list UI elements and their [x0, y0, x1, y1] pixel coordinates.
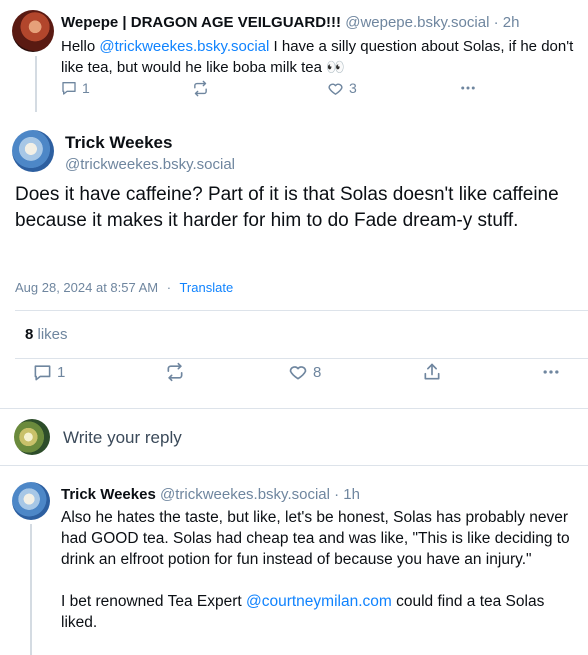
repost-icon [194, 80, 207, 96]
user-avatar [14, 419, 50, 455]
likes-count: 8 [25, 326, 34, 343]
post-paragraph: Also he hates the taste, but like, let's… [61, 509, 570, 568]
focused-post: Trick Weekes @trickweekes.bsky.social Do… [0, 112, 588, 408]
reply-button[interactable]: 1 [61, 80, 90, 96]
reply-count: 1 [82, 80, 90, 96]
post-paragraph: I bet renowned Tea Expert @courtneymilan… [61, 593, 545, 631]
author-handle[interactable]: @wepepe.bsky.social [345, 14, 489, 31]
more-options-button[interactable] [459, 79, 477, 97]
reply-post[interactable]: Trick Weekes @trickweekes.bsky.social · … [0, 466, 588, 655]
more-icon [543, 370, 559, 374]
reply-placeholder[interactable]: Write your reply [63, 428, 182, 448]
reply-count: 1 [57, 363, 66, 381]
more-icon [461, 86, 475, 90]
translate-link[interactable]: Translate [179, 280, 233, 295]
more-options-button[interactable] [541, 362, 561, 382]
repost-icon [167, 362, 183, 382]
divider [15, 310, 588, 311]
post-text: Does it have caffeine? Part of it is tha… [15, 184, 559, 231]
reply-icon [62, 82, 76, 95]
post-text: Also he hates the taste, but like, let's… [61, 507, 576, 633]
meta-separator: · [166, 280, 172, 295]
share-icon [424, 363, 440, 380]
divider [15, 358, 588, 359]
share-button[interactable] [422, 362, 442, 382]
heart-icon [328, 83, 343, 95]
post-time[interactable]: · 1h [334, 486, 360, 503]
heart-icon [289, 366, 307, 380]
author-name[interactable]: Trick Weekes [65, 133, 172, 153]
like-button[interactable]: 3 [327, 80, 357, 97]
author-handle[interactable]: @trickweekes.bsky.social [160, 486, 330, 503]
repost-button[interactable] [165, 362, 185, 382]
like-count: 8 [313, 363, 322, 381]
reply-composer[interactable]: Write your reply [0, 409, 588, 465]
mention-link[interactable]: @trickweekes.bsky.social [99, 38, 269, 55]
author-avatar[interactable] [12, 482, 50, 520]
post-time[interactable]: · 2h [494, 14, 520, 31]
like-count: 3 [349, 80, 357, 96]
thread-line [30, 524, 32, 655]
author-name[interactable]: Trick Weekes [61, 486, 156, 503]
mention-link[interactable]: @courtneymilan.com [246, 593, 392, 610]
author-name[interactable]: Wepepe | DRAGON AGE VEILGUARD!!! [61, 14, 341, 31]
likes-label: likes [37, 326, 68, 343]
author-handle[interactable]: @trickweekes.bsky.social [65, 156, 235, 173]
likes-summary[interactable]: 8 likes [25, 326, 68, 343]
post-text: Hello @trickweekes.bsky.social I have a … [61, 38, 574, 76]
parent-post[interactable]: Wepepe | DRAGON AGE VEILGUARD!!! @wepepe… [0, 0, 588, 112]
like-button[interactable]: 8 [288, 362, 321, 382]
repost-button[interactable] [192, 80, 209, 97]
reply-icon [34, 364, 51, 380]
post-timestamp[interactable]: Aug 28, 2024 at 8:57 AM [15, 280, 158, 295]
author-avatar[interactable] [12, 130, 54, 172]
thread-line [35, 56, 37, 112]
author-avatar[interactable] [12, 10, 54, 52]
post-meta: Aug 28, 2024 at 8:57 AM · Translate [15, 280, 233, 295]
reply-button[interactable]: 1 [33, 363, 65, 382]
